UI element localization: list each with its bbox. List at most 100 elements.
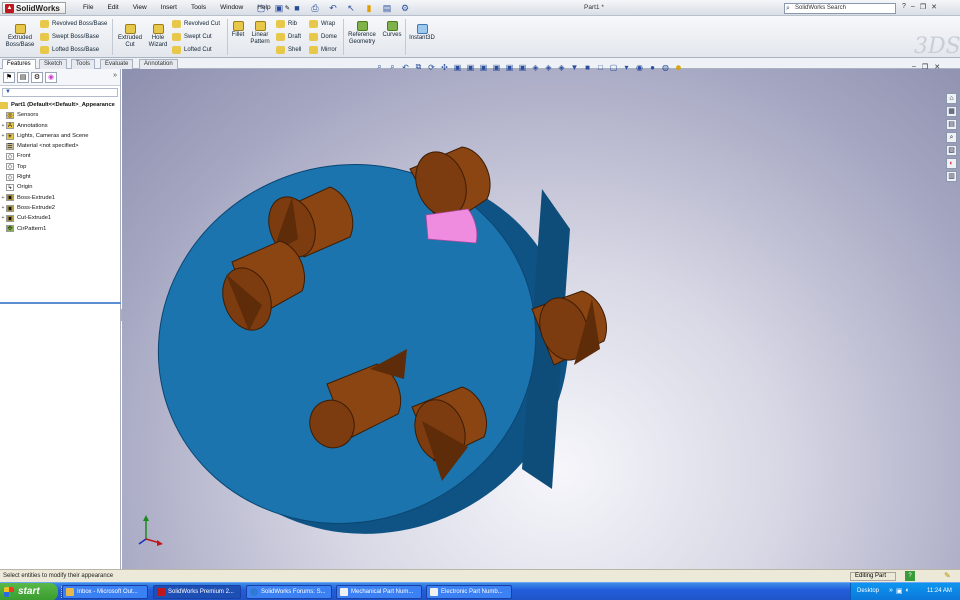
- tree-item[interactable]: + ▣ Boss-Extrude1: [0, 193, 120, 203]
- mirror-button[interactable]: Mirror: [309, 46, 337, 54]
- swept-cut-button[interactable]: Swept Cut: [172, 33, 212, 41]
- view-left-icon[interactable]: ▣: [479, 63, 488, 72]
- tree-root-part[interactable]: Part1 (Default<<Default>_Appearance: [0, 100, 120, 110]
- solidworks-logo[interactable]: ▲ SolidWorks: [2, 2, 66, 14]
- tree-item[interactable]: + ▣ Boss-Extrude2: [0, 203, 120, 213]
- hide-show-items-icon[interactable]: ◉: [635, 63, 644, 72]
- viewport-close-icon[interactable]: ✕: [934, 63, 940, 71]
- custom-properties-icon[interactable]: ▥: [946, 171, 957, 182]
- rebuild-status-icon[interactable]: ?: [905, 571, 915, 581]
- view-top-icon[interactable]: ▣: [505, 63, 514, 72]
- shaded-display-icon[interactable]: ■: [583, 63, 592, 72]
- revolved-cut-button[interactable]: Revolved Cut: [172, 20, 220, 28]
- linear-pattern-button[interactable]: Linear Pattern: [248, 21, 272, 46]
- volume-icon[interactable]: ◐: [906, 587, 910, 595]
- network-icon[interactable]: ▣: [896, 587, 903, 595]
- menu-tools[interactable]: Tools: [184, 4, 213, 12]
- view-dimetric-icon[interactable]: ◈: [557, 63, 566, 72]
- lofted-boss-button[interactable]: Lofted Boss/Base: [40, 46, 99, 54]
- tree-item[interactable]: ◎ Sensors: [0, 110, 120, 120]
- tree-item[interactable]: ☰ Material <not specified>: [0, 141, 120, 151]
- hidden-lines-icon[interactable]: ▢: [609, 63, 618, 72]
- view-right-icon[interactable]: ▣: [492, 63, 501, 72]
- menu-window[interactable]: Window: [213, 4, 250, 12]
- rotate-icon[interactable]: ⟳: [427, 63, 436, 72]
- open-folder-icon[interactable]: ▣: [272, 2, 286, 14]
- menu-insert[interactable]: Insert: [154, 4, 184, 12]
- new-document-icon[interactable]: ▢: [254, 2, 268, 14]
- apply-scene-icon[interactable]: ◍: [661, 63, 670, 72]
- view-palette-icon[interactable]: ▧: [946, 145, 957, 156]
- viewport-minimize-icon[interactable]: –: [912, 63, 916, 71]
- lofted-cut-button[interactable]: Lofted Cut: [172, 46, 212, 54]
- tab-features[interactable]: Features: [2, 59, 36, 69]
- feature-manager-tab-icon[interactable]: ⚑: [3, 72, 15, 83]
- restore-icon[interactable]: ❐: [920, 3, 926, 11]
- tab-sketch[interactable]: Sketch: [39, 59, 68, 69]
- view-front-icon[interactable]: ▣: [453, 63, 462, 72]
- tree-item[interactable]: + ▣ Cut-Extrude1: [0, 213, 120, 223]
- rebuild-icon[interactable]: ▮: [362, 2, 376, 14]
- close-icon[interactable]: ✕: [931, 3, 937, 11]
- section-view-icon[interactable]: ⧉: [414, 62, 423, 72]
- options-icon[interactable]: ⚙: [398, 2, 412, 14]
- instant3d-button[interactable]: Instant3D: [407, 24, 437, 42]
- taskbar-item-electronic[interactable]: Electronic Part Numb...: [426, 585, 512, 599]
- part-model[interactable]: [122, 69, 960, 569]
- fillet-button[interactable]: Fillet: [229, 21, 247, 39]
- configuration-manager-tab-icon[interactable]: ⚙: [31, 72, 43, 83]
- appearances-icon[interactable]: ◐: [946, 158, 957, 169]
- zoom-to-fit-icon[interactable]: ⌕: [375, 62, 384, 72]
- tab-tools[interactable]: Tools: [71, 59, 96, 69]
- help-dropdown-icon[interactable]: ?: [902, 3, 906, 11]
- select-icon[interactable]: ↖: [344, 2, 358, 14]
- wireframe-display-icon[interactable]: □: [596, 63, 605, 72]
- shell-button[interactable]: Shell: [276, 46, 301, 54]
- tree-item[interactable]: ◇ Top: [0, 162, 120, 172]
- menu-view[interactable]: View: [126, 4, 154, 12]
- graphics-area[interactable]: [122, 69, 960, 569]
- dome-button[interactable]: Dome: [309, 33, 337, 41]
- tree-item[interactable]: ✣ CirPattern1: [0, 224, 120, 234]
- start-button[interactable]: start: [0, 583, 58, 600]
- rib-button[interactable]: Rib: [276, 20, 297, 28]
- revolved-boss-button[interactable]: Revolved Boss/Base: [40, 20, 107, 28]
- expand-tray-icon[interactable]: »: [889, 587, 893, 595]
- curves-button[interactable]: Curves: [381, 21, 403, 39]
- search-results-icon[interactable]: ⌕: [946, 132, 957, 143]
- selected-face[interactable]: [425, 208, 478, 244]
- expand-arrow-icon[interactable]: »: [113, 72, 117, 82]
- zoom-to-area-icon[interactable]: ⌕: [388, 62, 397, 72]
- reference-geometry-button[interactable]: Reference Geometry: [345, 21, 379, 46]
- view-iso-icon[interactable]: ◈: [531, 63, 540, 72]
- view-bottom-icon[interactable]: ▣: [518, 63, 527, 72]
- extruded-boss-button[interactable]: Extruded Boss/Base: [4, 24, 36, 49]
- tree-item[interactable]: ↳ Origin: [0, 182, 120, 192]
- previous-view-icon[interactable]: ↶: [401, 63, 410, 72]
- taskbar-item-forums[interactable]: SolidWorks Forums: S...: [246, 585, 332, 599]
- pan-icon[interactable]: ✣: [440, 63, 449, 72]
- taskbar-item-mechanical[interactable]: Mechanical Part Num...: [336, 585, 422, 599]
- display-manager-tab-icon[interactable]: ◉: [45, 72, 57, 83]
- print-icon[interactable]: ⎙: [308, 2, 322, 14]
- tab-evaluate[interactable]: Evaluate: [100, 59, 134, 69]
- view-orientation-icon[interactable]: ▼: [570, 63, 579, 72]
- minimize-icon[interactable]: –: [911, 3, 915, 11]
- undo-icon[interactable]: ↶: [326, 2, 340, 14]
- extruded-cut-button[interactable]: Extruded Cut: [115, 24, 145, 49]
- wrap-button[interactable]: Wrap: [309, 20, 335, 28]
- file-properties-icon[interactable]: ▤: [380, 2, 394, 14]
- display-style-dropdown-icon[interactable]: ▾: [622, 63, 631, 72]
- view-trimetric-icon[interactable]: ◈: [544, 63, 553, 72]
- design-library-icon[interactable]: ▦: [946, 106, 957, 117]
- view-settings-icon[interactable]: ☻: [674, 63, 683, 72]
- taskbar-item-solidworks[interactable]: SolidWorks Premium 2...: [153, 585, 241, 599]
- rollback-bar[interactable]: [0, 302, 121, 304]
- tree-item[interactable]: + A Annotations: [0, 121, 120, 131]
- tree-item[interactable]: ◇ Front: [0, 151, 120, 161]
- property-manager-tab-icon[interactable]: ▤: [17, 72, 29, 83]
- file-explorer-icon[interactable]: ▤: [946, 119, 957, 130]
- desktop-toolbar[interactable]: Desktop: [857, 588, 879, 594]
- hole-wizard-button[interactable]: Hole Wizard: [145, 24, 171, 49]
- swept-boss-button[interactable]: Swept Boss/Base: [40, 33, 99, 41]
